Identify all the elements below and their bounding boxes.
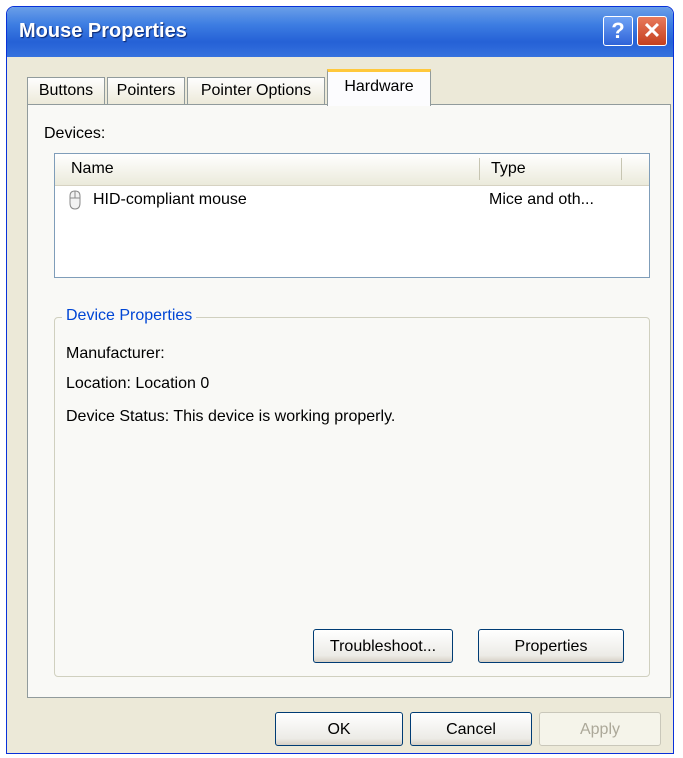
- tab-buttons[interactable]: Buttons: [27, 77, 105, 105]
- mouse-properties-dialog: Mouse Properties ? ✕ Buttons Pointers Po…: [6, 6, 674, 754]
- hardware-panel: Devices: Name Type HID-compliant mouse M…: [27, 104, 671, 698]
- device-properties-group: [54, 317, 650, 677]
- help-button[interactable]: ?: [603, 16, 633, 46]
- ok-button[interactable]: OK: [275, 712, 403, 746]
- column-divider[interactable]: [479, 158, 480, 180]
- manufacturer-label: Manufacturer:: [66, 345, 165, 362]
- devices-label: Devices:: [44, 125, 106, 142]
- close-button[interactable]: ✕: [637, 16, 667, 46]
- column-header-name[interactable]: Name: [71, 160, 114, 178]
- window-title: Mouse Properties: [19, 20, 187, 42]
- cancel-button[interactable]: Cancel: [410, 712, 532, 746]
- column-header-type[interactable]: Type: [491, 160, 526, 178]
- troubleshoot-button[interactable]: Troubleshoot...: [313, 629, 453, 663]
- devices-list-header: Name Type: [55, 154, 649, 186]
- device-name: HID-compliant mouse: [93, 191, 247, 208]
- tab-pointers[interactable]: Pointers: [107, 77, 185, 105]
- devices-list[interactable]: Name Type HID-compliant mouse Mice and o…: [54, 153, 650, 278]
- device-type: Mice and oth...: [489, 191, 594, 208]
- properties-button[interactable]: Properties: [478, 629, 624, 663]
- location-label: Location: Location 0: [66, 375, 210, 392]
- tab-hardware[interactable]: Hardware: [327, 69, 431, 106]
- apply-button[interactable]: Apply: [539, 712, 661, 746]
- tab-pointer-options[interactable]: Pointer Options: [187, 77, 325, 105]
- mouse-icon: [69, 190, 81, 210]
- device-status-label: Device Status: This device is working pr…: [66, 408, 396, 425]
- device-properties-title: Device Properties: [62, 307, 197, 325]
- list-item[interactable]: HID-compliant mouse Mice and oth...: [55, 187, 649, 215]
- column-divider[interactable]: [621, 158, 622, 180]
- title-bar[interactable]: Mouse Properties ? ✕: [7, 7, 673, 57]
